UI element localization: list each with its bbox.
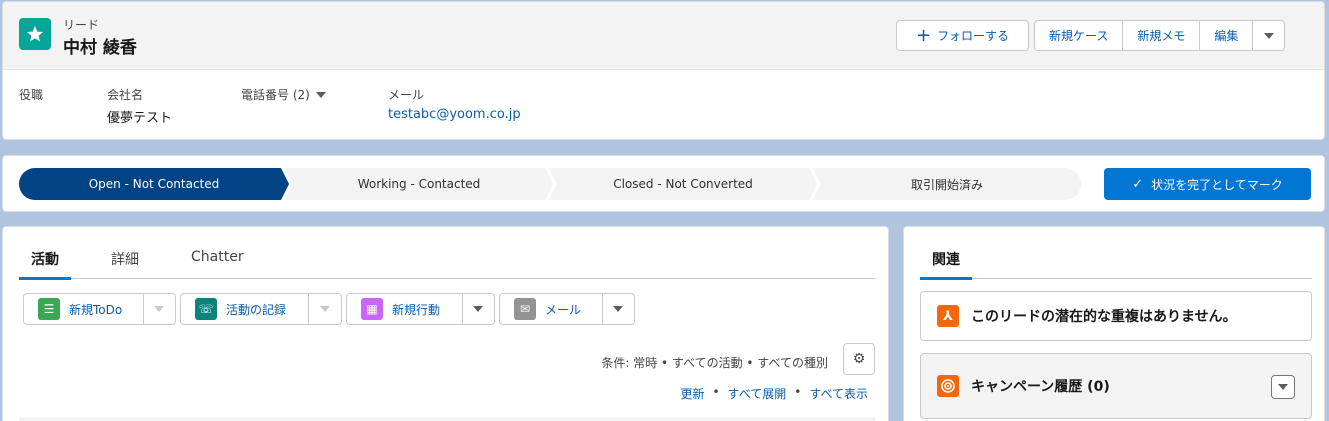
related-card: 関連 ⅄ このリードの潜在的な重複はありません。 キャンペーン履歴 (0) (903, 226, 1325, 421)
new-todo-dropdown[interactable] (144, 294, 175, 324)
new-note-button[interactable]: 新規メモ (1123, 20, 1201, 51)
edit-button[interactable]: 編集 (1200, 20, 1254, 51)
campaign-icon (937, 375, 959, 397)
log-call-dropdown[interactable] (309, 294, 341, 324)
calendar-icon: ▦ (361, 298, 383, 320)
field-company: 会社名 優夢テスト (107, 86, 172, 126)
tab-related[interactable]: 関連 (920, 247, 972, 280)
activity-filter-text: 条件: 常時 • すべての活動 • すべての種別 (601, 356, 828, 370)
field-email: メール testabc@yoom.co.jp (388, 86, 521, 122)
tab-chatter[interactable]: Chatter (191, 249, 244, 273)
field-label: 会社名 (107, 88, 144, 102)
path-step-converted[interactable]: 取引開始済み (813, 168, 1081, 200)
mark-status-complete-button[interactable]: ✓ 状況を完了としてマーク (1104, 168, 1311, 200)
duplicate-notice: ⅄ このリードの潜在的な重複はありません。 (920, 291, 1312, 341)
log-call-icon: ☏ (195, 298, 217, 320)
new-todo-button-group: ☰ 新規ToDo (23, 293, 176, 325)
view-all-link[interactable]: すべて表示 (809, 385, 868, 402)
field-phone[interactable]: 電話番号 (2) (241, 86, 326, 103)
duplicate-text: このリードの潜在的な重複はありません。 (971, 309, 1237, 325)
path-step-open[interactable]: Open - Not Contacted (19, 168, 289, 200)
email-button[interactable]: ✉ メール (500, 294, 603, 324)
record-header: リード 中村 綾香 + フォローする 新規ケース 新規メモ 編集 役職 会社名 … (2, 1, 1325, 140)
field-label: メール (388, 88, 425, 102)
email-label: メール (545, 302, 582, 317)
separator: • (794, 385, 802, 399)
tab-details[interactable]: 詳細 (111, 249, 139, 277)
path-step-closed[interactable]: Closed - Not Converted (549, 168, 817, 200)
chevron-down-icon (320, 306, 331, 312)
refresh-link[interactable]: 更新 (680, 385, 704, 402)
gear-icon[interactable]: ⚙ (843, 343, 875, 375)
campaign-history-card: キャンペーン履歴 (0) (920, 353, 1312, 419)
path-step-working[interactable]: Working - Contacted (285, 168, 553, 200)
field-value: 優夢テスト (107, 111, 173, 126)
new-event-label: 新規行動 (392, 302, 441, 317)
chevron-down-icon (613, 306, 624, 312)
follow-button[interactable]: + フォローする (896, 20, 1029, 51)
campaign-menu-button[interactable] (1271, 375, 1295, 399)
related-tabs: 関連 (920, 247, 1312, 280)
path-card: Open - Not Contacted Working - Contacted… (2, 155, 1325, 212)
chevron-down-icon (1278, 384, 1288, 390)
plus-icon: + (915, 24, 932, 46)
chevron-down-icon (154, 306, 165, 312)
mark-button-label: 状況を完了としてマーク (1151, 177, 1283, 192)
action-button-group: 新規ケース 新規メモ 編集 (1034, 20, 1286, 51)
activity-card: 活動 詳細 Chatter ☰ 新規ToDo ☏ 活動の記録 ▦ 新規行動 ✉ … (2, 226, 889, 421)
chevron-down-icon (473, 306, 484, 312)
path-bar: Open - Not Contacted Working - Contacted… (19, 168, 1081, 200)
email-button-group: ✉ メール (499, 293, 635, 325)
email-dropdown[interactable] (603, 294, 634, 324)
check-icon: ✓ (1132, 176, 1144, 192)
new-todo-button[interactable]: ☰ 新規ToDo (24, 294, 144, 324)
email-icon: ✉ (514, 298, 536, 320)
field-label: 電話番号 (2) (241, 88, 310, 102)
new-case-button[interactable]: 新規ケース (1034, 20, 1124, 51)
chevron-down-icon (1263, 32, 1274, 39)
new-todo-label: 新規ToDo (69, 302, 123, 317)
lead-icon (19, 18, 51, 50)
field-label-wrap: 電話番号 (2) (241, 86, 326, 103)
new-event-button-group: ▦ 新規行動 (346, 293, 495, 325)
log-call-label: 活動の記録 (226, 302, 287, 317)
tab-activity[interactable]: 活動 (19, 249, 71, 280)
email-link[interactable]: testabc@yoom.co.jp (388, 107, 521, 122)
log-call-button-group: ☏ 活動の記録 (180, 293, 342, 325)
follow-label: フォローする (937, 29, 1010, 43)
object-type-label: リード (63, 18, 100, 32)
more-actions-button[interactable] (1253, 20, 1286, 51)
campaign-history-title[interactable]: キャンペーン履歴 (0) (971, 376, 1110, 396)
timeline-links: 更新 • すべて展開 • すべて表示 (680, 385, 868, 402)
new-event-button[interactable]: ▦ 新規行動 (347, 294, 463, 324)
chevron-down-icon[interactable] (315, 91, 326, 98)
merge-icon: ⅄ (937, 305, 959, 327)
expand-all-link[interactable]: すべて展開 (728, 385, 787, 402)
log-call-button[interactable]: ☏ 活動の記録 (181, 294, 310, 324)
record-name: 中村 綾香 (63, 38, 137, 58)
header-highlights: リード 中村 綾香 + フォローする 新規ケース 新規メモ 編集 (3, 2, 1324, 70)
field-title: 役職 (19, 86, 43, 107)
field-label: 役職 (19, 88, 44, 102)
task-icon: ☰ (38, 298, 60, 320)
activity-tabs: 活動 詳細 Chatter (19, 247, 875, 280)
separator: • (712, 385, 720, 399)
new-event-dropdown[interactable] (463, 294, 494, 324)
timeline-section (19, 417, 875, 421)
